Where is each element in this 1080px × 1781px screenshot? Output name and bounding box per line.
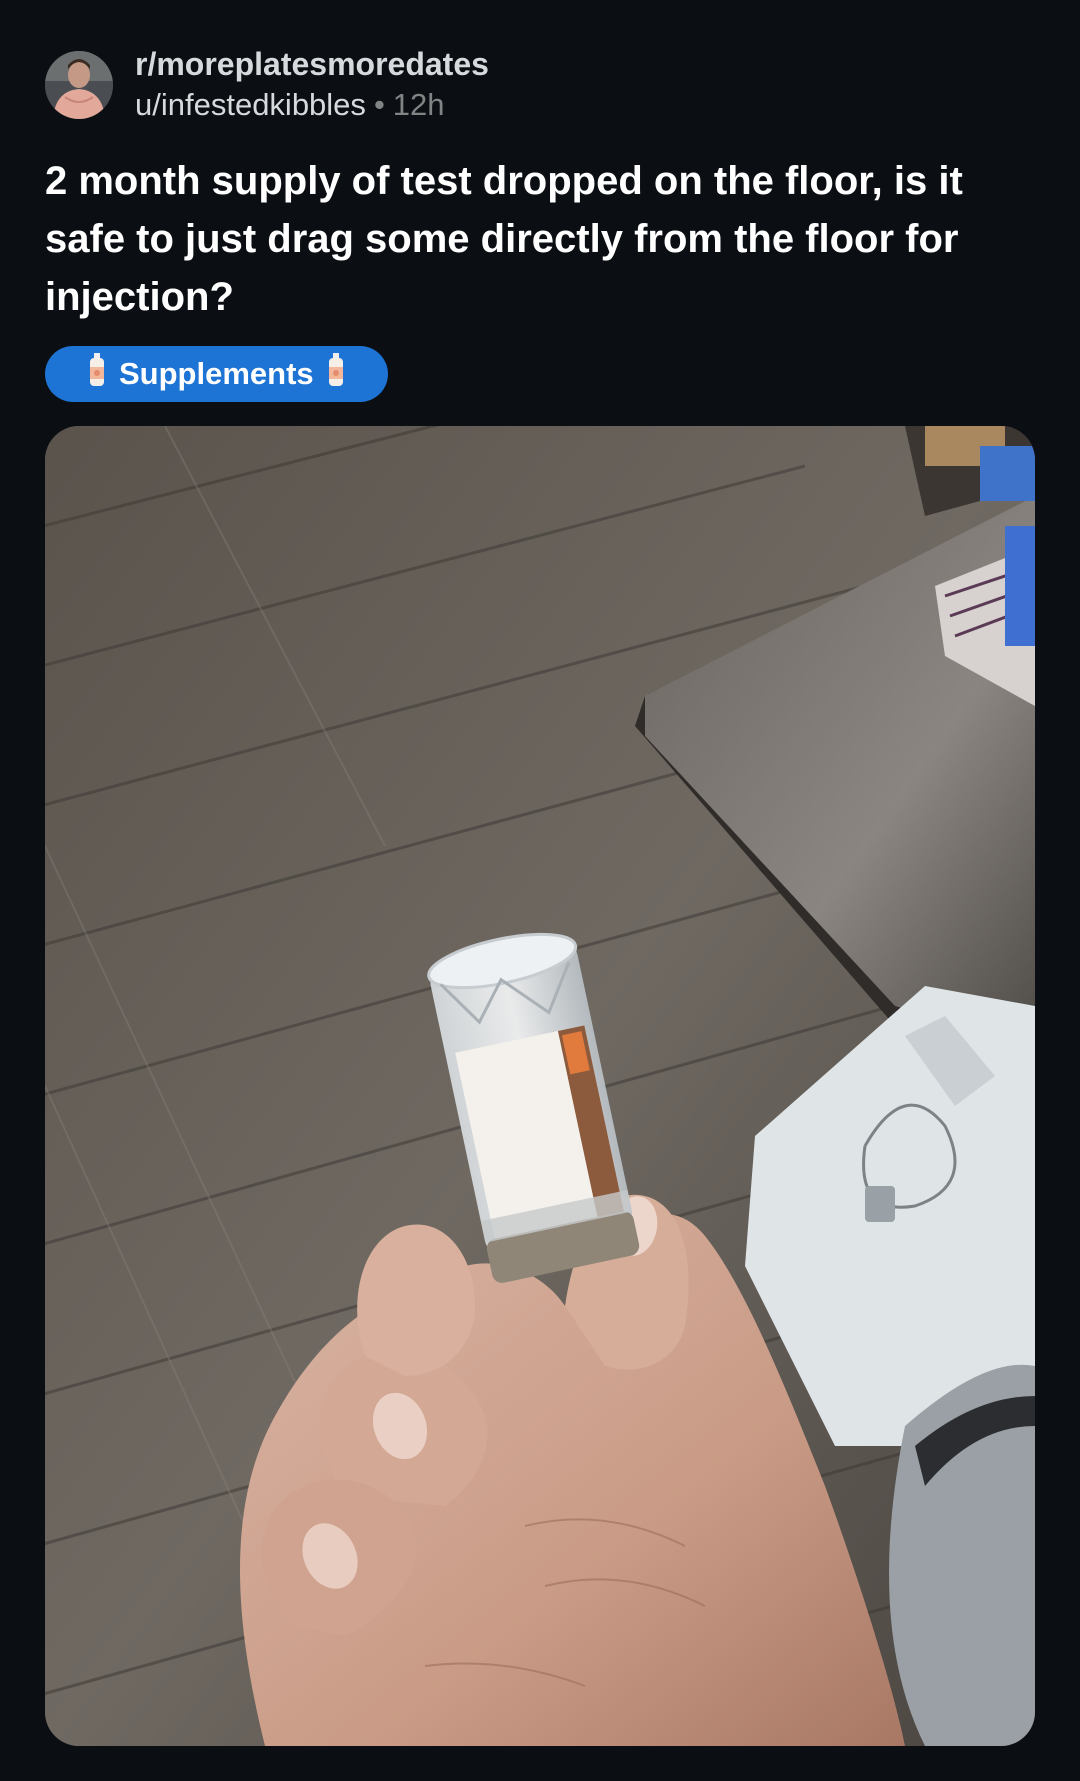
post-flair[interactable]: Supplements — [45, 346, 388, 402]
post-header: r/moreplatesmoredates u/infestedkibbles •… — [45, 44, 489, 126]
post-image[interactable] — [45, 426, 1035, 1746]
post-age: 12h — [392, 87, 445, 122]
flair-label: Supplements — [119, 356, 314, 391]
byline-separator: • — [373, 87, 385, 122]
post-title[interactable]: 2 month supply of test dropped on the fl… — [45, 152, 1035, 326]
post-card[interactable]: r/moreplatesmoredates u/infestedkibbles •… — [0, 0, 1080, 1781]
author-name[interactable]: u/infestedkibbles — [135, 87, 366, 122]
avatar-image — [45, 51, 113, 119]
post-photo — [45, 426, 1035, 1746]
bottle-icon — [89, 353, 105, 395]
bottle-icon — [328, 353, 344, 395]
subreddit-name[interactable]: r/moreplatesmoredates — [135, 44, 489, 84]
avatar[interactable] — [45, 51, 113, 119]
post-byline: u/infestedkibbles • 12h — [135, 84, 489, 126]
